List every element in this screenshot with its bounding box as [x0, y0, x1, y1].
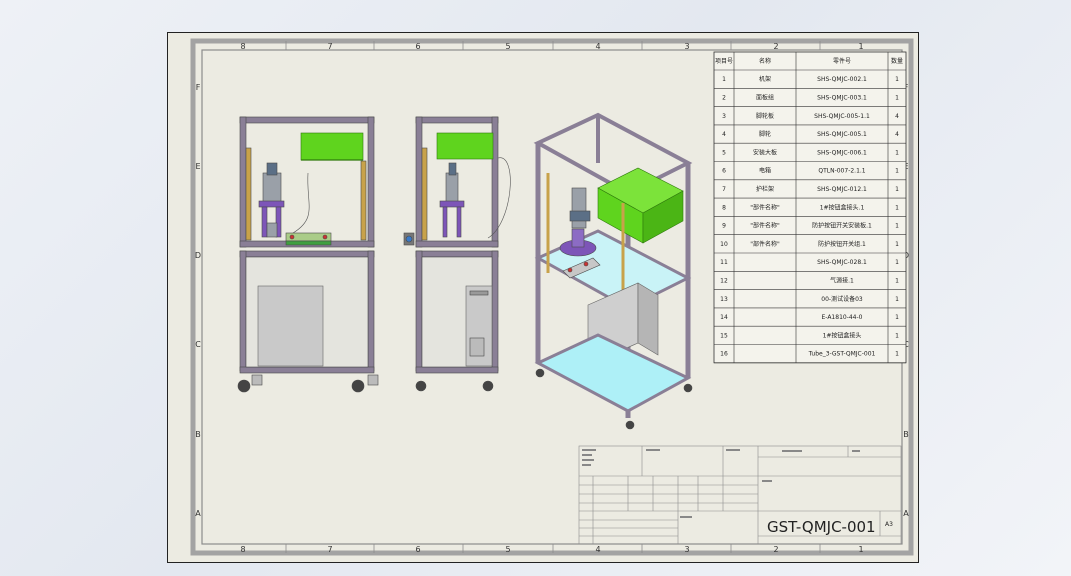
bom-quantity: 1: [895, 241, 899, 248]
bom-item-name: 机架: [759, 75, 771, 83]
zone-label-left: C: [195, 340, 201, 349]
bom-quantity: 1: [895, 94, 899, 101]
zone-label-left: E: [195, 162, 200, 171]
bom-item-name: 面板组: [756, 93, 774, 101]
bom-part-number: 1#按钮盒接头: [823, 331, 862, 339]
drawing-sheet: 8 7 6 5 4 3 2 1 8 7 6 5 4 3 2 1 F E D C …: [167, 32, 919, 563]
zone-label-top: 7: [327, 42, 332, 51]
bom-item-name: "部件名称": [750, 203, 780, 211]
bom-item-number: 9: [722, 223, 726, 230]
sheet-size: A3: [885, 521, 893, 528]
zone-label-top: 1: [858, 42, 863, 51]
bom-quantity: 1: [895, 314, 899, 321]
bom-part-number: SHS-QMJC-006.1: [817, 149, 867, 156]
bom-part-number: E-A1810-44-0: [822, 314, 863, 321]
zone-label-bottom: 2: [773, 545, 778, 554]
bom-item-name: 安装大板: [753, 148, 777, 156]
bom-item-number: 16: [720, 351, 728, 358]
bom-quantity: 1: [895, 277, 899, 284]
bom-item-number: 10: [720, 241, 728, 248]
bom-item-name: "部件名称": [750, 240, 780, 248]
bom-item-number: 1: [722, 76, 726, 83]
zone-label-top: 4: [595, 42, 600, 51]
bom-part-number: Tube_3-GST-QMJC-001: [808, 351, 876, 358]
bom-quantity: 1: [895, 296, 899, 303]
title-block-marks: [582, 449, 860, 518]
bom-quantity: 1: [895, 332, 899, 339]
bom-item-number: 5: [722, 149, 726, 156]
zone-label-right: A: [903, 509, 909, 518]
bom-part-number: QTLN-007-2.1.1: [818, 168, 865, 175]
bom-item-name: 脚轮: [759, 130, 771, 138]
bom-quantity: 1: [895, 259, 899, 266]
bom-item-number: 8: [722, 204, 726, 211]
bom-item-name: 脚轮板: [756, 112, 774, 120]
zone-label-bottom: 1: [858, 545, 863, 554]
bom-part-number: SHS-QMJC-028.1: [817, 259, 867, 266]
bom-part-number: 气源接.1: [830, 276, 854, 284]
bom-item-number: 4: [722, 131, 726, 138]
bom-quantity: 1: [895, 149, 899, 156]
bom-header-cell: 零件号: [833, 57, 851, 65]
bom-part-number: 1#按钮盒接头.1: [820, 203, 865, 211]
zone-labels-left: F E D C B A: [195, 83, 201, 518]
bom-part-number: SHS-QMJC-005-1.1: [814, 113, 870, 120]
bom-item-number: 12: [720, 277, 728, 284]
drawing-canvas: 8 7 6 5 4 3 2 1 8 7 6 5 4 3 2 1 F E D C …: [190, 38, 914, 556]
bom-item-number: 11: [720, 259, 728, 266]
bom-part-number: SHS-QMJC-003.1: [817, 94, 867, 101]
bom-item-number: 6: [722, 168, 726, 175]
zone-label-bottom: 4: [595, 545, 600, 554]
zone-label-top: 8: [240, 42, 245, 51]
bom-quantity: 1: [895, 186, 899, 193]
zone-label-bottom: 8: [240, 545, 245, 554]
bom-part-number: 00-测试设备03: [821, 295, 863, 303]
bom-item-name: 电箱: [759, 167, 771, 175]
bom-item-number: 13: [720, 296, 728, 303]
drawing-number: GST-QMJC-001: [767, 518, 876, 536]
zone-label-bottom: 7: [327, 545, 332, 554]
zone-label-top: 3: [684, 42, 689, 51]
zone-label-bottom: 6: [415, 545, 420, 554]
bom-item-name: "部件名称": [750, 222, 780, 230]
bom-item-number: 3: [722, 113, 726, 120]
bom-quantity: 1: [895, 223, 899, 230]
bom-part-number: 防护按钮开关安装板.1: [812, 222, 872, 230]
bom-part-number: 防护按钮开关组.1: [818, 240, 866, 248]
bom-quantity: 1: [895, 204, 899, 211]
zone-label-left: F: [196, 83, 201, 92]
zone-label-left: A: [195, 509, 201, 518]
isometric-view: [533, 112, 693, 430]
bom-quantity: 4: [895, 113, 899, 120]
bom-header-cell: 项目号: [715, 58, 733, 65]
bom-quantity: 1: [895, 351, 899, 358]
bom-quantity: 1: [895, 76, 899, 83]
bom-item-number: 15: [720, 332, 728, 339]
bom-part-number: SHS-QMJC-005.1: [817, 131, 867, 138]
front-view: [237, 116, 379, 393]
bom-item-name: 护栏架: [756, 185, 774, 193]
bom-part-number: SHS-QMJC-002.1: [817, 76, 867, 83]
zone-label-bottom: 3: [684, 545, 689, 554]
side-view: [403, 116, 511, 392]
bom-item-number: 2: [722, 94, 726, 101]
bom-header-cell: 数量: [891, 57, 903, 65]
bom-table: 项目号 名称 零件号 数量1 机架 SHS-QMJC-002.1 12 面板组 SHS-QMJC…: [713, 51, 907, 364]
bom-item-number: 14: [720, 314, 728, 321]
zone-label-right: B: [903, 430, 909, 439]
zone-label-left: D: [195, 251, 201, 260]
bom-header-cell: 名称: [759, 57, 771, 65]
bom-item-number: 7: [722, 186, 726, 193]
bom-quantity: 1: [895, 168, 899, 175]
zone-label-top: 5: [505, 42, 510, 51]
zone-label-left: B: [195, 430, 201, 439]
zone-label-top: 2: [773, 42, 778, 51]
bom-quantity: 4: [895, 131, 899, 138]
bom-part-number: SHS-QMJC-012.1: [817, 186, 867, 193]
zone-label-top: 6: [415, 42, 420, 51]
zone-label-bottom: 5: [505, 545, 510, 554]
